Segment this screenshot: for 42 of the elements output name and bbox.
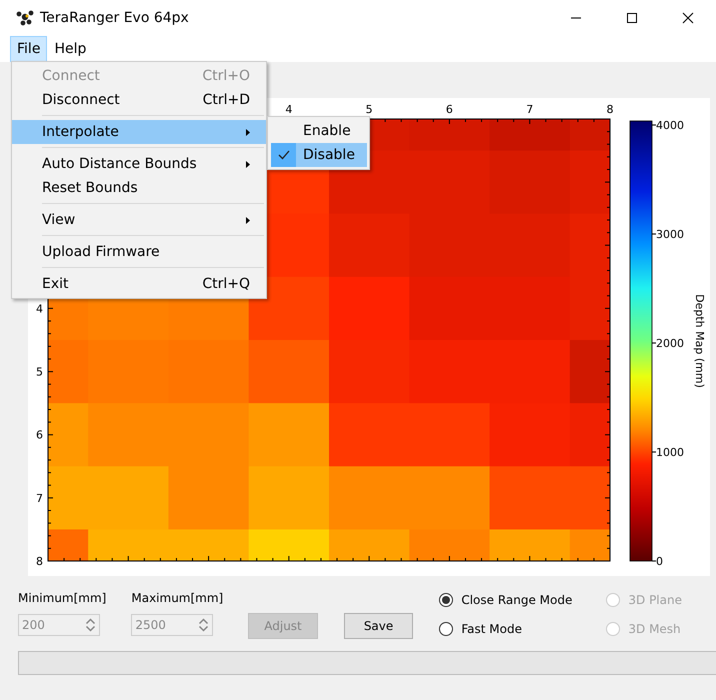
menu-item[interactable]: Auto Distance Bounds [12,152,266,176]
radio-label: 3D Mesh [628,622,681,636]
spin-arrows-icon[interactable] [85,617,96,633]
colorbar-tick-label: 1000 [656,446,684,459]
axis-tick-label: 4 [36,302,43,316]
field-label: Minimum[mm] [18,591,106,605]
colorbar-tick-label: 0 [656,555,663,568]
menu-item[interactable]: Interpolate [12,120,266,144]
menu-item[interactable]: View [12,208,266,232]
colorbar-tick-label: 4000 [656,119,684,132]
window-title: TeraRanger Evo 64px [40,10,190,26]
menu-item[interactable]: Reset Bounds [12,176,266,200]
colorbar-label: Depth Map (mm) [693,294,706,388]
colorbar-tick-label: 3000 [656,228,684,241]
axis-tick-label: 7 [526,103,534,116]
radio-button[interactable] [439,593,454,607]
maximize-icon[interactable] [626,12,638,24]
axis-tick-label: 5 [36,366,43,379]
radio-label: Fast Mode [461,622,522,636]
axis-tick-label: 4 [285,103,292,116]
axis-tick-label: 8 [36,555,43,568]
menu-item[interactable]: Disable [271,143,367,167]
close-icon[interactable] [682,12,694,24]
spin-arrows-icon[interactable] [198,617,210,633]
menu-item[interactable]: Exit Ctrl+Q [12,272,266,296]
axis-tick-label: 7 [36,492,43,505]
radio-label: Close Range Mode [461,593,572,607]
action-button[interactable]: Save [344,613,414,639]
radio-label: 3D Plane [628,593,682,607]
menu-bar-item[interactable]: File [10,36,48,62]
menu-item[interactable]: Upload Firmware [12,240,266,264]
menu-bar-item[interactable]: Help [47,36,94,62]
axis-tick-label: 8 [606,103,614,116]
axis-tick-label: 6 [36,428,43,442]
app-logo-icon [16,10,34,26]
field-label: Maximum[mm] [131,591,224,605]
menu-item[interactable]: Disconnect Ctrl+D [12,88,266,112]
axis-tick-label: 5 [366,103,373,116]
menu-item[interactable]: Enable [271,119,367,143]
radio-button[interactable] [439,622,454,636]
colorbar-tick-label: 2000 [656,337,684,350]
axis-tick-label: 6 [446,103,453,116]
